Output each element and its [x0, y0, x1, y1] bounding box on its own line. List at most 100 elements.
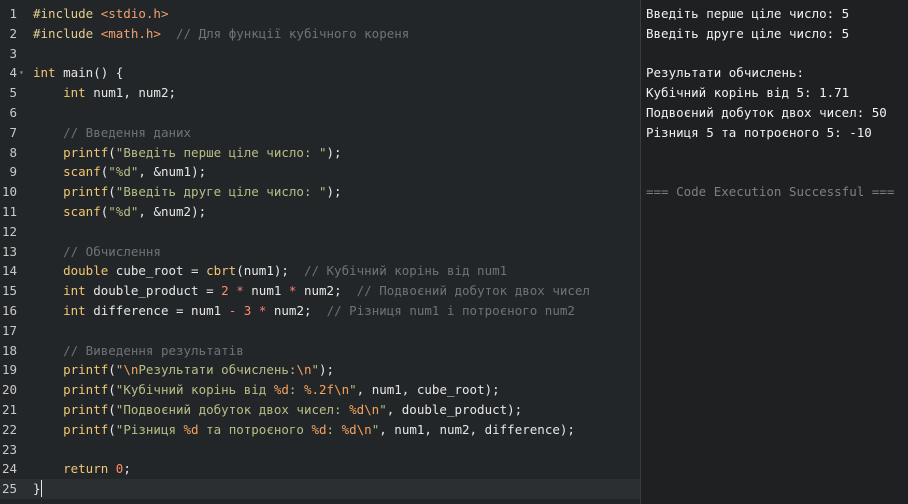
line-number: 5 — [9, 85, 17, 101]
code-line[interactable]: 11 scanf("%d", &num2); — [0, 202, 640, 222]
line-number: 1 — [9, 6, 17, 21]
output-line: Різниця 5 та потроєного 5: -10 — [646, 124, 872, 140]
code-line[interactable]: 22 printf("Різниця %d та потроєного %d: … — [0, 420, 640, 440]
code-line[interactable]: 3 — [0, 44, 640, 64]
line-number: 24 — [1, 461, 17, 477]
output-line: Введіть перше ціле число: 5 — [646, 6, 850, 21]
code-text: return 0; — [33, 459, 131, 479]
code-token: printf — [63, 421, 109, 437]
code-token: return — [63, 461, 109, 477]
line-number: 8 — [9, 144, 17, 160]
code-line[interactable]: 6 — [0, 103, 640, 123]
code-line[interactable]: 7 // Введення даних — [0, 123, 640, 143]
code-line[interactable]: 18 // Виведення результатів — [0, 341, 640, 361]
code-token: // Різниця num1 і потроєного num2 — [326, 303, 575, 318]
code-token: "%d" — [108, 204, 139, 219]
code-text: printf("\nРезультати обчислень:\n"); — [33, 360, 334, 380]
code-line[interactable]: 21 printf("Подвоєний добуток двох чисел:… — [0, 400, 640, 420]
code-token: main() { — [55, 65, 124, 81]
code-token: , double_product); — [386, 402, 523, 417]
line-number: 12 — [1, 223, 17, 239]
code-text: printf("Подвоєний добуток двох чисел: %d… — [33, 400, 522, 420]
line-number: 21 — [1, 402, 17, 417]
code-token: %.2f\n — [303, 382, 350, 398]
code-text: printf("Введіть друге ціле число: "); — [33, 182, 341, 202]
code-token: ( — [108, 402, 116, 417]
code-token: "%d" — [108, 164, 139, 180]
code-token: num2; — [296, 283, 357, 299]
code-line[interactable]: 23 — [0, 440, 640, 460]
code-text: int double_product = 2 * num1 * num2; //… — [33, 281, 590, 301]
code-token: int — [63, 303, 86, 318]
code-token: int — [63, 283, 86, 299]
code-line[interactable]: 2 #include <math.h> // Для функції кубічн… — [0, 24, 640, 44]
code-token: %d\n — [349, 402, 380, 417]
code-token: " — [379, 402, 387, 417]
code-token: int — [63, 85, 86, 101]
code-text: // Виведення результатів — [33, 341, 244, 361]
line-number: 20 — [1, 382, 17, 398]
line-number: 2 — [9, 25, 17, 41]
code-line[interactable]: 1 #include <stdio.h> — [0, 4, 640, 24]
code-line[interactable]: 16 int difference = num1 - 3 * num2; // … — [0, 301, 640, 321]
code-token: <math.h> — [100, 25, 161, 41]
code-token: "Введіть друге ціле число: " — [115, 184, 327, 200]
code-token: scanf — [63, 164, 101, 180]
code-line[interactable]: 19 printf("\nРезультати обчислень:\n"); — [0, 360, 640, 380]
line-number: 9 — [9, 164, 17, 180]
code-text: #include <stdio.h> — [33, 4, 168, 24]
code-token: ; — [123, 461, 131, 477]
code-line[interactable]: 10 printf("Введіть друге ціле число: "); — [0, 182, 640, 202]
code-token: , num1, cube_root); — [356, 382, 500, 398]
code-editor[interactable]: 1 #include <stdio.h> 2 #include <math.h> //… — [0, 0, 641, 504]
code-line[interactable]: 14 double cube_root = cbrt(num1); // Куб… — [0, 261, 640, 281]
code-line[interactable]: 15 int double_product = 2 * num1 * num2;… — [0, 281, 640, 301]
code-token: " — [311, 362, 320, 378]
code-line[interactable]: 25} — [0, 479, 640, 499]
code-line[interactable]: 4 ▾ int main() { — [0, 63, 640, 83]
code-line[interactable]: 13 // Обчислення — [0, 242, 640, 262]
code-line[interactable]: 24 return 0; — [0, 459, 640, 479]
code-text: } — [33, 479, 41, 499]
fold-chevron-icon[interactable]: ▾ — [19, 63, 24, 83]
output-line: Подвоєний добуток двох чисел: 50 — [646, 105, 887, 120]
code-line[interactable]: 9 scanf("%d", &num1); — [0, 162, 640, 182]
code-token: printf — [63, 184, 109, 200]
code-token: // Для функції кубічного кореня — [176, 25, 410, 41]
code-token: ( — [108, 184, 116, 200]
code-token: } — [33, 481, 41, 497]
output-line: Кубічний корінь від 5: 1.71 — [646, 85, 850, 101]
code-line[interactable]: 5 int num1, num2; — [0, 83, 640, 103]
output-line: Результати обчислень: — [646, 65, 805, 81]
code-line[interactable]: 12 — [0, 222, 640, 242]
code-token: cube_root = — [108, 263, 207, 279]
code-text: printf("Кубічний корінь від %d: %.2f\n",… — [33, 380, 500, 400]
code-token: , &num1); — [138, 164, 207, 180]
code-token: ( — [108, 421, 116, 437]
code-token: "Введіть перше ціле число: " — [115, 144, 327, 160]
app-window: 1 #include <stdio.h> 2 #include <math.h> //… — [0, 0, 908, 504]
code-token: num2; — [266, 303, 327, 318]
code-token: num1, num2; — [85, 85, 176, 101]
line-number: 7 — [9, 124, 17, 140]
code-token: , &num2); — [138, 204, 207, 219]
code-text: double cube_root = cbrt(num1); // Кубічн… — [33, 261, 507, 281]
code-line[interactable]: 17 — [0, 321, 640, 341]
code-token: cbrt — [206, 263, 237, 279]
code-token: "Подвоєний добуток двох чисел: — [115, 402, 350, 417]
code-token: <stdio.h> — [100, 6, 169, 21]
code-text: int difference = num1 - 3 * num2; // Різ… — [33, 301, 575, 321]
code-token: %d\n — [341, 421, 372, 437]
code-line[interactable]: 20 printf("Кубічний корінь від %d: %.2f\… — [0, 380, 640, 400]
code-line[interactable]: 8 printf("Введіть перше ціле число: "); — [0, 143, 640, 163]
